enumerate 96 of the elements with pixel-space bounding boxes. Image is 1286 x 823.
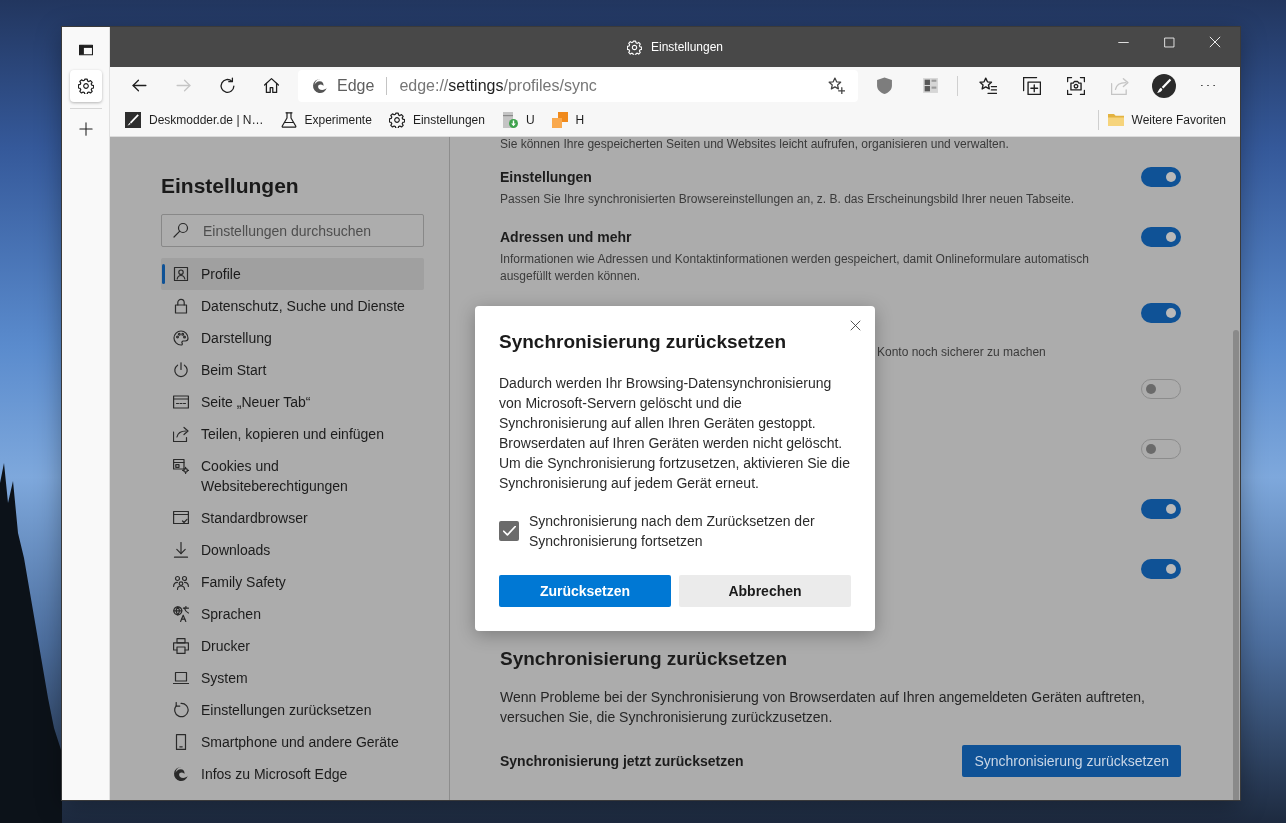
squares-icon bbox=[551, 112, 568, 128]
power-icon bbox=[173, 362, 189, 378]
scrollbar-thumb[interactable] bbox=[1233, 330, 1239, 800]
sidebar-item[interactable]: Einstellungen zurücksetzen bbox=[161, 694, 424, 726]
sidebar-item[interactable]: Downloads bbox=[161, 534, 424, 566]
brush-tile-icon bbox=[125, 112, 141, 128]
star-list-icon bbox=[979, 76, 997, 95]
favorite-item[interactable]: Deskmodder.de | N… bbox=[125, 107, 264, 133]
sidebar-item[interactable]: Darstellung bbox=[161, 322, 424, 354]
setting-title: Synchronisierung jetzt zurücksetzen bbox=[500, 753, 744, 769]
avatar-icon bbox=[1152, 73, 1176, 98]
home-icon bbox=[262, 77, 280, 94]
maximize-icon bbox=[1163, 36, 1175, 48]
favorite-item[interactable]: Experimente bbox=[280, 107, 372, 133]
download-icon bbox=[173, 542, 189, 558]
package-icon bbox=[501, 112, 518, 128]
laptop-icon bbox=[173, 670, 189, 686]
sidebar-title: Einstellungen bbox=[161, 173, 300, 199]
document-grid-icon bbox=[921, 77, 939, 94]
setting-description: Informationen wie Adressen und Kontaktinformationen werden gespeichert, damit Onlineformulare automatisch ausgefüllt werden können. bbox=[500, 251, 1090, 285]
tab-page-icon bbox=[173, 394, 189, 410]
close-icon bbox=[849, 319, 861, 331]
share-icon bbox=[1111, 76, 1129, 95]
refresh-icon bbox=[218, 77, 236, 94]
vertical-tab[interactable] bbox=[69, 70, 102, 102]
more-icon bbox=[1201, 84, 1215, 87]
toggle-switch[interactable] bbox=[1141, 227, 1181, 247]
search-field[interactable]: Einstellungen durchsuchen bbox=[161, 214, 424, 247]
browser-logo-icon bbox=[173, 766, 189, 782]
checkbox-label: Synchronisierung nach dem Zurücksetzen der Synchronisierung fortsetzen bbox=[529, 512, 816, 551]
sidebar-item[interactable]: Smartphone und andere Geräte bbox=[161, 726, 424, 758]
arrow-right-icon bbox=[174, 77, 192, 94]
gear-icon bbox=[626, 39, 642, 55]
cancel-button[interactable]: Abbrechen bbox=[679, 575, 851, 607]
sidebar-item[interactable]: Drucker bbox=[161, 630, 424, 662]
section-description: Wenn Probleme bei der Synchronisierung von Browserdaten auf Ihren angemeldeten Geräten auftreten, versuchen Sie, die Synchronisierung zurückzusetzen. bbox=[500, 688, 1146, 727]
window-icon bbox=[78, 43, 93, 57]
palette-icon bbox=[173, 330, 189, 346]
star-plus-icon bbox=[827, 77, 845, 94]
toggle-switch[interactable] bbox=[1141, 167, 1181, 187]
reset-sync-button[interactable]: Synchronisierung zurücksetzen bbox=[962, 745, 1181, 777]
toggle-switch[interactable] bbox=[1141, 303, 1181, 323]
close-icon bbox=[1209, 36, 1221, 48]
share-icon bbox=[173, 426, 189, 442]
sidebar-item[interactable]: Cookies und Websiteberechtigungen bbox=[161, 450, 424, 502]
browser-window-icon bbox=[173, 510, 189, 526]
sidebar-item[interactable]: Datenschutz, Suche und Dienste bbox=[161, 290, 424, 322]
section-heading: Synchronisierung zurücksetzen bbox=[500, 647, 789, 671]
gear-icon bbox=[77, 78, 94, 94]
url-text[interactable]: edge://settings/profiles/sync bbox=[399, 76, 597, 95]
plus-icon bbox=[78, 122, 93, 136]
site-label: Edge bbox=[337, 76, 375, 95]
sidebar-item[interactable]: System bbox=[161, 662, 424, 694]
dialog-text: Dadurch werden Ihr Browsing-Datensynchronisierung von Microsoft-Servern gelöscht und die Synchronisierung auf allen Ihren Geräten gestoppt. Browserdaten auf Ihren Geräten werden nicht gelöscht. Um die Synchronisierung fortzusetzen, aktivieren Sie die Synchronisierung auf jedem Gerät erneut. bbox=[499, 374, 851, 493]
favorite-item[interactable]: H bbox=[551, 107, 585, 133]
sidebar-item[interactable]: Family Safety bbox=[161, 566, 424, 598]
dialog-title: Synchronisierung zurücksetzen bbox=[499, 330, 788, 354]
favorite-item[interactable]: Einstellungen bbox=[388, 107, 485, 133]
shield-icon bbox=[875, 77, 893, 94]
collections-icon bbox=[1023, 76, 1041, 95]
camera-frame-icon bbox=[1067, 76, 1085, 95]
folder-icon bbox=[1107, 112, 1124, 128]
sidebar-item[interactable]: Standardbrowser bbox=[161, 502, 424, 534]
lock-icon bbox=[173, 298, 189, 314]
browser-logo-icon bbox=[312, 77, 328, 94]
setting-description: Passen Sie Ihre synchronisierten Browsereinstellungen an, z. B. das Erscheinungsbild Ihrer neuen Tabseite. bbox=[500, 191, 1076, 208]
setting-title: Adressen und mehr bbox=[500, 228, 633, 247]
sidebar-item[interactable]: Teilen, kopieren und einfügen bbox=[161, 418, 424, 450]
section-description: Sie können Ihre gespeicherten Seiten und Websites leicht aufrufen, organisieren und verwalten. bbox=[500, 137, 1010, 151]
printer-icon bbox=[173, 638, 189, 654]
sidebar-item[interactable]: Beim Start bbox=[161, 354, 424, 386]
cookie-settings-icon bbox=[173, 458, 189, 474]
window-title: Einstellungen bbox=[650, 40, 724, 54]
sidebar-item[interactable]: Infos zu Microsoft Edge bbox=[161, 758, 424, 790]
sidebar-item[interactable]: Sprachen bbox=[161, 598, 424, 630]
sidebar-item[interactable]: Profile bbox=[161, 258, 424, 290]
address-bar[interactable]: Edge edge://settings/profiles/sync bbox=[298, 69, 858, 102]
gear-icon bbox=[388, 112, 405, 128]
language-icon bbox=[173, 606, 189, 622]
arrow-left-icon bbox=[130, 77, 148, 94]
toggle-switch[interactable] bbox=[1141, 559, 1181, 579]
checkbox[interactable] bbox=[499, 521, 519, 541]
search-icon bbox=[173, 222, 189, 238]
reset-icon bbox=[173, 702, 189, 718]
sidebar-item[interactable]: Seite „Neuer Tab“ bbox=[161, 386, 424, 418]
favorite-item[interactable]: U bbox=[501, 107, 535, 133]
people-icon bbox=[173, 574, 189, 590]
toggle-switch[interactable] bbox=[1141, 499, 1181, 519]
setting-title: Einstellungen bbox=[500, 168, 593, 187]
checkmark-icon bbox=[502, 526, 516, 536]
reset-button[interactable]: Zurücksetzen bbox=[499, 575, 671, 607]
other-favorites-button[interactable]: Weitere Favoriten bbox=[1107, 107, 1226, 133]
profile-icon bbox=[173, 266, 189, 282]
phone-icon bbox=[173, 734, 189, 750]
setting-description: Konto noch sicherer zu machen bbox=[877, 344, 1047, 361]
flask-icon bbox=[280, 112, 297, 128]
